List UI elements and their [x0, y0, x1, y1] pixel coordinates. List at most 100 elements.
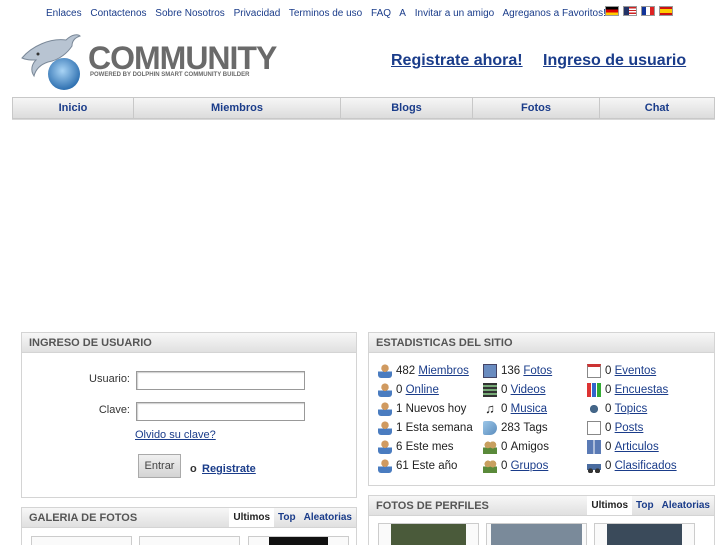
login-submit-button[interactable]: Entrar: [138, 454, 181, 478]
top-link-sobre-nosotros[interactable]: Sobre Nosotros: [155, 8, 224, 19]
language-flags: [605, 6, 673, 16]
password-input[interactable]: [136, 402, 305, 421]
stat-posts-link[interactable]: Posts: [615, 422, 644, 434]
tag-icon: [483, 421, 497, 435]
us-flag-icon[interactable]: [623, 6, 637, 16]
stat-photos: 136 Fotos: [483, 364, 552, 378]
stat-photos-link[interactable]: Fotos: [523, 365, 552, 377]
photo-gallery-title: GALERIA DE FOTOS Ultimos Top Aleatorias: [22, 508, 356, 528]
top-link-a[interactable]: A: [399, 8, 406, 19]
user-login-link[interactable]: Ingreso de usuario: [543, 52, 686, 70]
top-link-terminos[interactable]: Terminos de uso: [289, 8, 362, 19]
music-icon: ♫: [485, 401, 495, 416]
brand-tagline: POWERED BY DOLPHIN SMART COMMUNITY BUILD…: [90, 72, 250, 78]
stat-articles: 0 Articulos: [587, 440, 659, 454]
film-icon: [483, 383, 497, 397]
top-link-contactenos[interactable]: Contactenos: [90, 8, 146, 19]
car-icon: [587, 459, 601, 473]
stat-polls-link[interactable]: Encuestas: [615, 384, 669, 396]
stat-events: 0 Eventos: [587, 364, 656, 378]
german-flag-icon[interactable]: [605, 6, 619, 16]
stat-topics-link[interactable]: Topics: [615, 403, 648, 415]
top-link-invitar[interactable]: Invitar a un amigo: [415, 8, 495, 19]
tab-gallery-random[interactable]: Aleatorias: [300, 508, 356, 527]
stat-events-link[interactable]: Eventos: [615, 365, 657, 377]
password-label: Clave:: [98, 404, 130, 416]
stat-posts: 0 Posts: [587, 421, 643, 435]
user-icon: [378, 459, 392, 473]
stat-music: ♫ 0 Musica: [483, 402, 547, 416]
profile-photos-tabs: Ultimos Top Aleatorias: [587, 496, 714, 515]
nav-item-fotos[interactable]: Fotos: [473, 98, 600, 118]
tab-gallery-latest[interactable]: Ultimos: [229, 508, 275, 527]
login-box-title: INGRESO DE USUARIO: [22, 333, 356, 353]
stat-articles-link[interactable]: Articulos: [615, 441, 659, 453]
top-bar: Enlaces Contactenos Sobre Nosotros Priva…: [0, 0, 727, 26]
stat-classifieds: 0 Clasificados: [587, 459, 677, 473]
username-input[interactable]: [136, 371, 305, 390]
stat-members-link[interactable]: Miembros: [418, 365, 468, 377]
register-now-link[interactable]: Registrate ahora!: [391, 52, 523, 70]
stat-videos: 0 Videos: [483, 383, 546, 397]
site-header: COMMUNITY POWERED BY DOLPHIN SMART COMMU…: [12, 26, 715, 98]
username-label: Usuario:: [89, 373, 130, 385]
french-flag-icon[interactable]: [641, 6, 655, 16]
stat-tags: 283 Tags: [483, 421, 548, 435]
user-icon: [378, 402, 392, 416]
or-text: o: [190, 463, 197, 475]
stat-music-link[interactable]: Musica: [511, 403, 547, 415]
tab-profiles-random[interactable]: Aleatorias: [658, 496, 714, 515]
register-link[interactable]: Registrate: [202, 463, 256, 475]
stat-polls: 0 Encuestas: [587, 383, 668, 397]
photo-gallery-tabs: Ultimos Top Aleatorias: [229, 508, 356, 527]
site-stats-title: ESTADISTICAS DEL SITIO: [369, 333, 714, 353]
nav-divider: [12, 119, 715, 120]
post-icon: [587, 421, 601, 435]
user-icon: [378, 440, 392, 454]
forum-icon: [587, 402, 601, 416]
stat-online-link[interactable]: Online: [406, 384, 439, 396]
forgot-password-link[interactable]: Olvido su clave?: [135, 429, 216, 441]
gallery-thumbnail[interactable]: [248, 536, 349, 545]
dolphin-logo-icon: [21, 34, 81, 90]
profile-photos-title: FOTOS DE PERFILES Ultimos Top Aleatorias: [369, 496, 714, 516]
top-link-privacidad[interactable]: Privacidad: [234, 8, 281, 19]
stat-groups: 0 Grupos: [483, 459, 548, 473]
stat-online: 0 Online: [378, 383, 439, 397]
friends-icon: [483, 440, 497, 454]
nav-item-chat[interactable]: Chat: [600, 98, 714, 118]
poll-icon: [587, 383, 601, 397]
top-link-faq[interactable]: FAQ: [371, 8, 391, 19]
user-icon: [378, 421, 392, 435]
top-link-favoritos[interactable]: Agreganos a Favoritos!: [502, 8, 605, 19]
group-icon: [483, 459, 497, 473]
stat-groups-link[interactable]: Grupos: [511, 460, 549, 472]
top-link-enlaces[interactable]: Enlaces: [46, 8, 82, 19]
user-icon: [378, 364, 392, 378]
stat-this-week: 1 Esta semana: [378, 421, 473, 435]
main-nav: Inicio Miembros Blogs Fotos Chat: [12, 97, 715, 119]
profile-thumbnail[interactable]: [486, 523, 587, 545]
nav-item-inicio[interactable]: Inicio: [13, 98, 134, 118]
stat-friends: 0 Amigos: [483, 440, 549, 454]
book-icon: [587, 440, 601, 454]
tab-profiles-latest[interactable]: Ultimos: [587, 496, 633, 515]
stat-new-today: 1 Nuevos hoy: [378, 402, 466, 416]
gallery-thumbnail[interactable]: [139, 536, 240, 545]
stat-this-year: 61 Este año: [378, 459, 457, 473]
stat-topics: 0 Topics: [587, 402, 647, 416]
nav-item-miembros[interactable]: Miembros: [134, 98, 341, 118]
user-icon: [378, 383, 392, 397]
tab-gallery-top[interactable]: Top: [274, 508, 300, 527]
nav-item-blogs[interactable]: Blogs: [341, 98, 473, 118]
stat-this-month: 6 Este mes: [378, 440, 454, 454]
profile-thumbnail[interactable]: [594, 523, 695, 545]
spanish-flag-icon[interactable]: [659, 6, 673, 16]
profile-thumbnail[interactable]: [378, 523, 479, 545]
stat-classifieds-link[interactable]: Clasificados: [615, 460, 677, 472]
gallery-thumbnail[interactable]: [31, 536, 132, 545]
tab-profiles-top[interactable]: Top: [632, 496, 658, 515]
stat-members: 482 Miembros: [378, 364, 469, 378]
photo-icon: [483, 364, 497, 378]
stat-videos-link[interactable]: Videos: [511, 384, 546, 396]
